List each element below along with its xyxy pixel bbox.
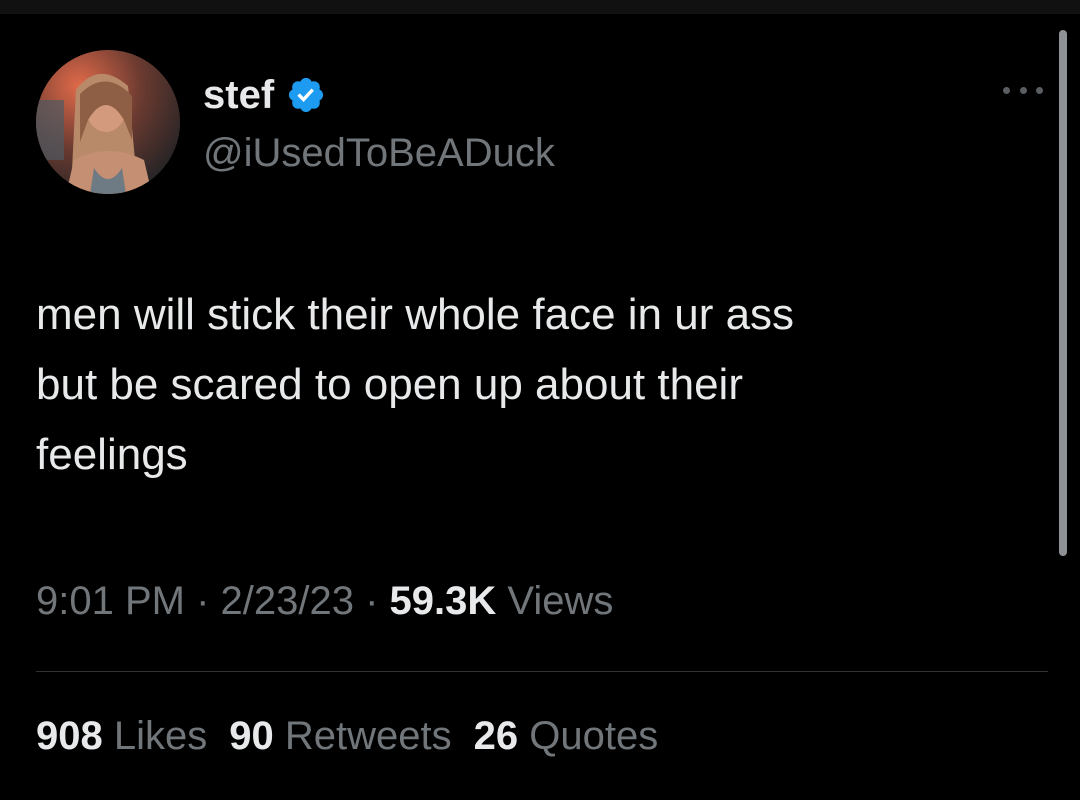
retweets-stat[interactable]: 90 Retweets bbox=[229, 714, 451, 758]
avatar[interactable] bbox=[36, 50, 180, 194]
author-name-row[interactable]: stef bbox=[203, 70, 326, 120]
quotes-count: 26 bbox=[473, 714, 519, 758]
views-count: 59.3K bbox=[389, 579, 497, 623]
status-strip bbox=[0, 0, 1080, 14]
retweets-count: 90 bbox=[229, 714, 274, 758]
display-name[interactable]: stef bbox=[203, 70, 274, 120]
more-options-icon[interactable] bbox=[1003, 80, 1043, 100]
scrollbar[interactable] bbox=[1059, 30, 1067, 556]
retweets-label: Retweets bbox=[273, 714, 452, 758]
profile-photo bbox=[36, 50, 180, 194]
likes-count: 908 bbox=[36, 714, 103, 758]
divider bbox=[36, 671, 1048, 672]
engagement-stats: 908 Likes 90 Retweets 26 Quotes bbox=[36, 711, 680, 761]
separator: · bbox=[353, 579, 390, 623]
tweet-text: men will stick their whole face in ur as… bbox=[36, 290, 795, 479]
dot-icon bbox=[1003, 86, 1010, 94]
verified-badge-icon bbox=[286, 75, 326, 115]
tweet-meta: 9:01 PM · 2/23/23 · 59.3K Views bbox=[36, 576, 613, 626]
tweet-time[interactable]: 9:01 PM bbox=[36, 579, 185, 623]
views-label: Views bbox=[496, 579, 614, 623]
likes-stat[interactable]: 908 Likes bbox=[36, 714, 207, 758]
quotes-label: Quotes bbox=[518, 714, 659, 758]
quotes-stat[interactable]: 26 Quotes bbox=[474, 714, 659, 758]
separator: · bbox=[184, 579, 221, 623]
dot-icon bbox=[1019, 86, 1027, 94]
tweet-date[interactable]: 2/23/23 bbox=[221, 579, 354, 623]
author-handle[interactable]: @iUsedToBeADuck bbox=[203, 128, 555, 178]
likes-label: Likes bbox=[102, 714, 208, 758]
dot-icon bbox=[1036, 86, 1043, 94]
